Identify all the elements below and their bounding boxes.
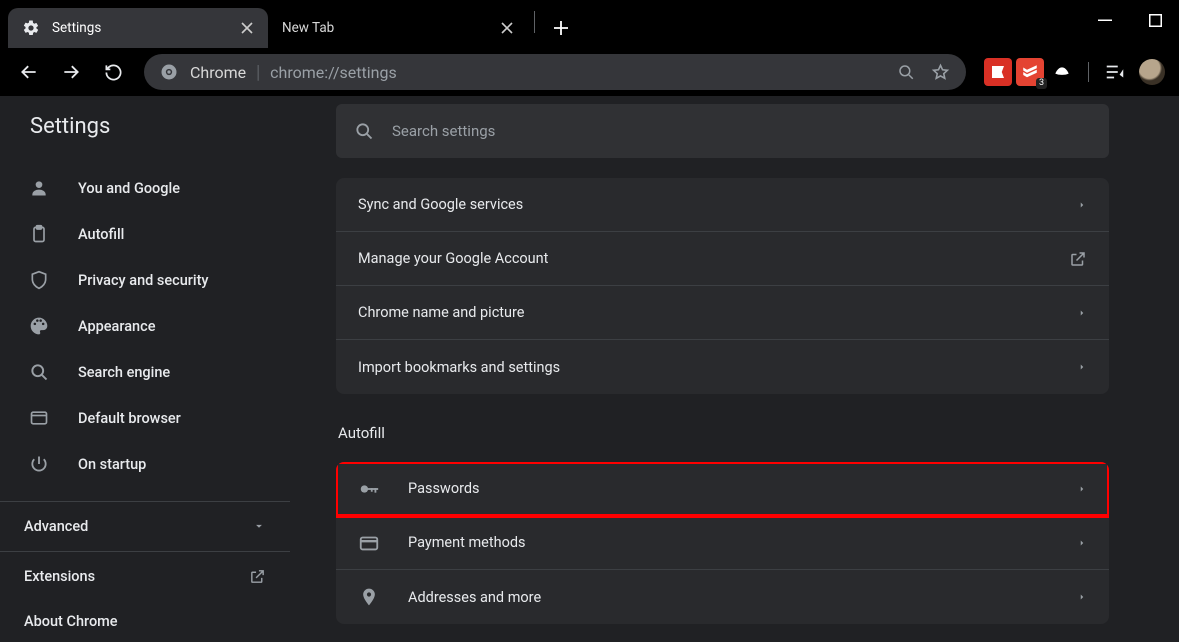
back-button[interactable] xyxy=(12,55,46,89)
sidebar-item-autofill[interactable]: Autofill xyxy=(0,211,290,257)
chevron-down-icon xyxy=(252,519,266,533)
window-controls xyxy=(1093,8,1167,32)
extension-todoist-icon[interactable]: 3 xyxy=(1016,58,1044,86)
sidebar-item-you-and-google[interactable]: You and Google xyxy=(0,165,290,211)
extension-icon[interactable] xyxy=(984,58,1012,86)
omnibox-separator: | xyxy=(256,62,260,83)
row-label: Payment methods xyxy=(408,534,1077,551)
row-name-picture[interactable]: Chrome name and picture xyxy=(336,286,1109,340)
sidebar-advanced-label: Advanced xyxy=(24,518,88,535)
row-import-bookmarks[interactable]: Import bookmarks and settings xyxy=(336,340,1109,394)
page-title: Settings xyxy=(0,114,290,157)
sidebar-item-label: Privacy and security xyxy=(78,272,209,289)
launch-icon xyxy=(1069,250,1087,268)
close-icon[interactable] xyxy=(236,17,258,39)
sidebar-item-label: You and Google xyxy=(78,180,180,197)
row-payment-methods[interactable]: Payment methods xyxy=(336,516,1109,570)
sidebar-item-label: Default browser xyxy=(78,410,181,427)
chevron-right-icon xyxy=(1077,592,1087,602)
chevron-right-icon xyxy=(1077,484,1087,494)
row-label: Chrome name and picture xyxy=(358,304,1077,321)
location-icon xyxy=(358,586,380,608)
sidebar-item-search-engine[interactable]: Search engine xyxy=(0,349,290,395)
credit-card-icon xyxy=(358,532,380,554)
omnibox[interactable]: Chrome | chrome://settings xyxy=(144,54,966,90)
tab-new[interactable]: New Tab xyxy=(268,8,528,48)
sidebar-item-label: Autofill xyxy=(78,226,124,243)
power-icon xyxy=(28,453,50,475)
maximize-button[interactable] xyxy=(1143,8,1167,32)
tab-title: Settings xyxy=(52,20,228,36)
reload-button[interactable] xyxy=(96,55,130,89)
separator xyxy=(1088,62,1089,82)
omnibox-url: chrome://settings xyxy=(270,63,886,82)
sidebar-extensions-label: Extensions xyxy=(24,568,95,585)
avatar[interactable] xyxy=(1139,59,1165,85)
sidebar-item-extensions[interactable]: Extensions xyxy=(0,552,290,601)
row-label: Sync and Google services xyxy=(358,196,1077,213)
search-icon[interactable] xyxy=(892,58,920,86)
close-icon[interactable] xyxy=(496,17,518,39)
clipboard-icon xyxy=(28,223,50,245)
you-and-google-card: Sync and Google services Manage your Goo… xyxy=(336,178,1109,394)
sidebar: Settings You and Google Autofill xyxy=(0,96,290,642)
search-icon xyxy=(28,361,50,383)
extensions-tray: 3 xyxy=(984,58,1171,86)
search-icon xyxy=(354,121,374,141)
key-icon xyxy=(358,478,380,500)
content: Settings You and Google Autofill xyxy=(0,96,1179,642)
forward-button[interactable] xyxy=(54,55,88,89)
toolbar: Chrome | chrome://settings 3 xyxy=(0,48,1179,96)
sidebar-item-on-startup[interactable]: On startup xyxy=(0,441,290,487)
sidebar-about-label: About Chrome xyxy=(24,613,118,630)
minimize-button[interactable] xyxy=(1093,8,1117,32)
sidebar-item-privacy[interactable]: Privacy and security xyxy=(0,257,290,303)
chevron-right-icon xyxy=(1077,200,1087,210)
row-passwords[interactable]: Passwords xyxy=(336,462,1109,516)
tab-title: New Tab xyxy=(282,20,488,36)
row-label: Passwords xyxy=(408,480,1077,497)
search-input[interactable] xyxy=(392,122,1091,140)
extension-badge: 3 xyxy=(1036,78,1047,89)
star-icon[interactable] xyxy=(926,58,954,86)
search-settings[interactable] xyxy=(336,104,1109,158)
chrome-icon xyxy=(160,63,178,81)
sidebar-item-label: Appearance xyxy=(78,318,155,335)
section-title-autofill: Autofill xyxy=(338,424,1109,442)
row-sync[interactable]: Sync and Google services xyxy=(336,178,1109,232)
extension-icon[interactable] xyxy=(1048,58,1076,86)
media-control-icon[interactable] xyxy=(1101,58,1129,86)
row-label: Import bookmarks and settings xyxy=(358,359,1077,376)
omnibox-chip: Chrome xyxy=(190,63,246,82)
tab-separator xyxy=(534,11,535,33)
chevron-right-icon xyxy=(1077,362,1087,372)
sidebar-item-about[interactable]: About Chrome xyxy=(0,601,290,642)
browser-icon xyxy=(28,407,50,429)
tab-strip: Settings New Tab xyxy=(0,0,1179,48)
sidebar-item-default-browser[interactable]: Default browser xyxy=(0,395,290,441)
row-label: Manage your Google Account xyxy=(358,250,1069,267)
row-label: Addresses and more xyxy=(408,589,1077,606)
launch-icon xyxy=(249,568,266,585)
person-icon xyxy=(28,177,50,199)
palette-icon xyxy=(28,315,50,337)
chevron-right-icon xyxy=(1077,308,1087,318)
sidebar-item-label: Search engine xyxy=(78,364,170,381)
new-tab-button[interactable] xyxy=(545,12,577,44)
tab-settings[interactable]: Settings xyxy=(8,8,268,48)
gear-icon xyxy=(22,19,40,37)
sidebar-advanced-toggle[interactable]: Advanced xyxy=(0,501,290,552)
row-addresses[interactable]: Addresses and more xyxy=(336,570,1109,624)
autofill-card: Passwords Payment methods Addresses and … xyxy=(336,462,1109,624)
row-manage-account[interactable]: Manage your Google Account xyxy=(336,232,1109,286)
sidebar-item-appearance[interactable]: Appearance xyxy=(0,303,290,349)
sidebar-item-label: On startup xyxy=(78,456,146,473)
chevron-right-icon xyxy=(1077,538,1087,548)
shield-icon xyxy=(28,269,50,291)
main: Sync and Google services Manage your Goo… xyxy=(290,96,1179,642)
